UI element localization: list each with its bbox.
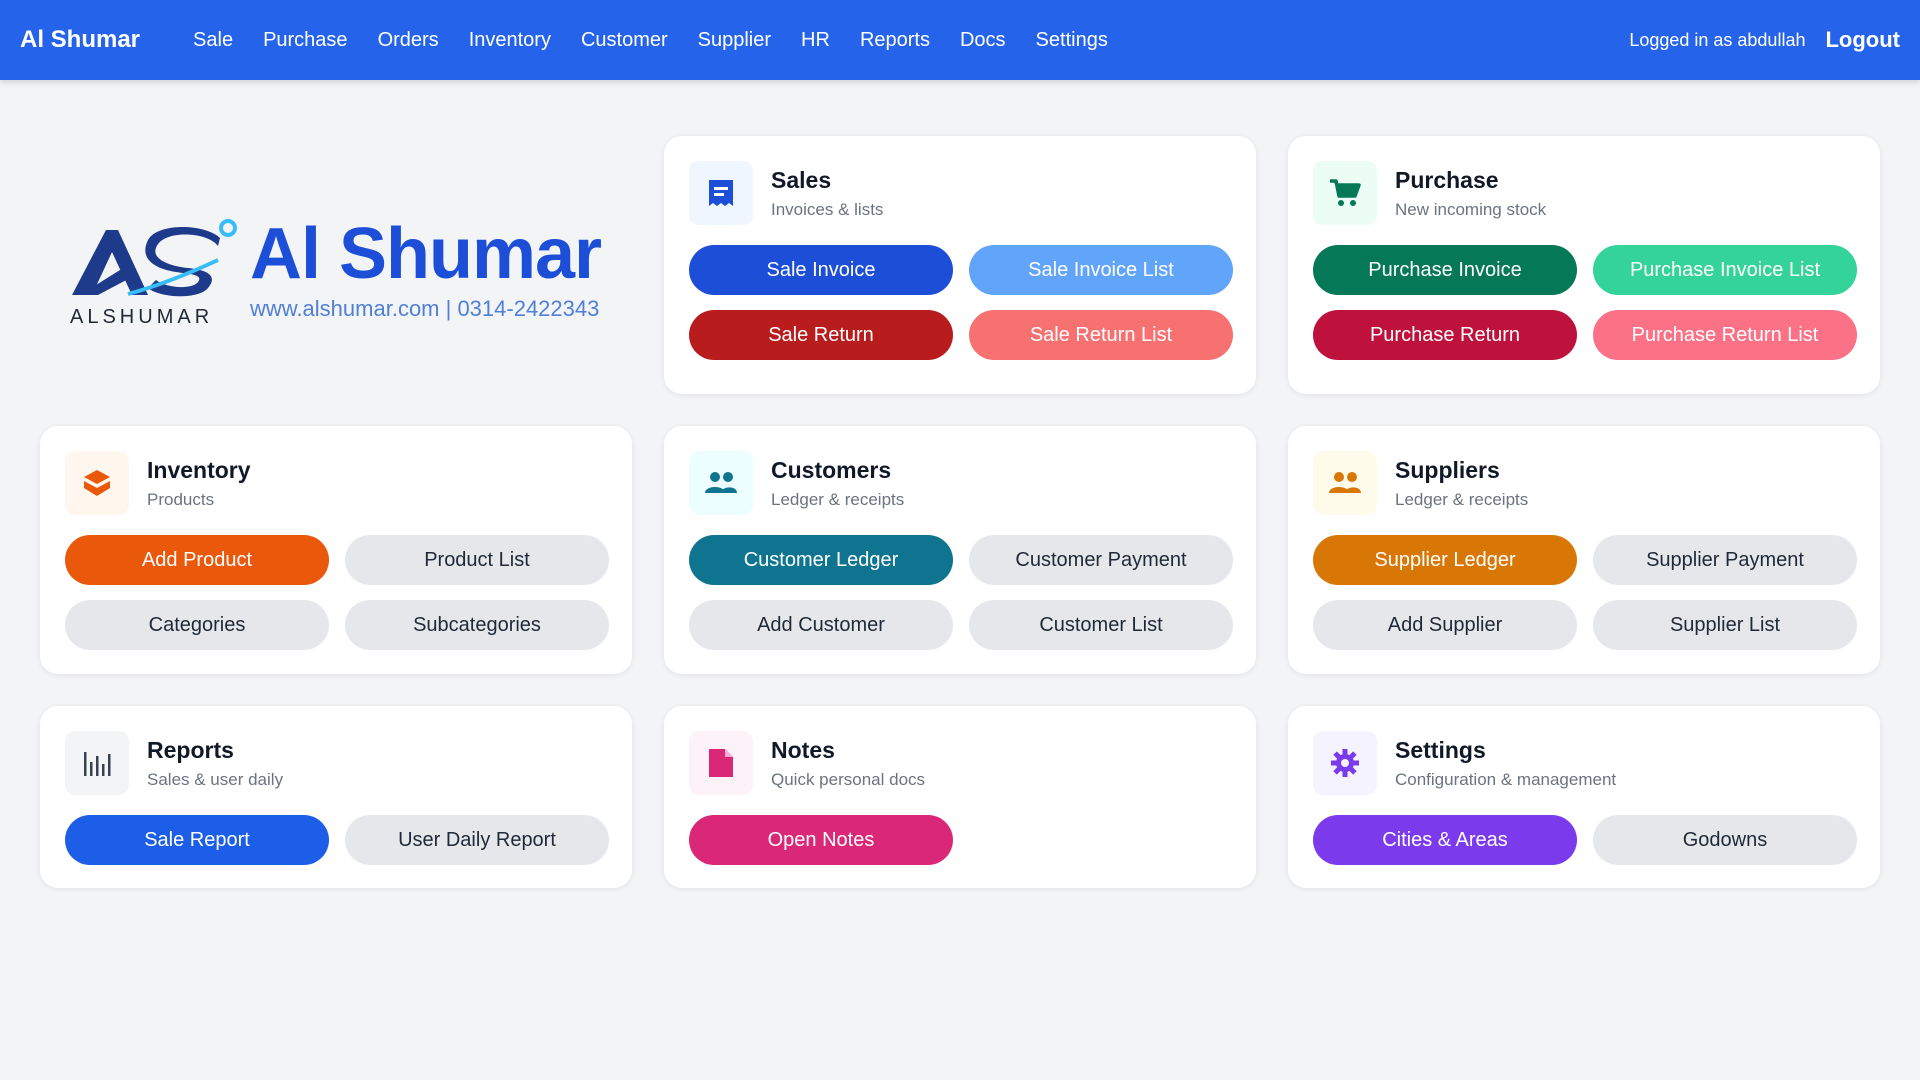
sale-invoice-button[interactable]: Sale Invoice [689, 245, 953, 295]
inventory-card-subtitle: Products [147, 489, 215, 509]
purchase-card-subtitle: New incoming stock [1395, 199, 1547, 219]
purchase-card: Purchase New incoming stock Purchase Inv… [1288, 136, 1880, 394]
product-list-button[interactable]: Product List [345, 535, 609, 585]
logged-in-text: Logged in as abdullah [1629, 29, 1806, 50]
purchase-invoice-list-button[interactable]: Purchase Invoice List [1593, 245, 1857, 295]
nav-supplier[interactable]: Supplier [683, 29, 786, 52]
nav-docs[interactable]: Docs [945, 29, 1021, 52]
nav-hr[interactable]: HR [786, 29, 845, 52]
logo-mark-text: ALSHUMAR [70, 306, 214, 328]
nav-orders[interactable]: Orders [363, 29, 454, 52]
add-supplier-button[interactable]: Add Supplier [1313, 600, 1577, 650]
logo-mark: ALSHUMAR [68, 210, 238, 330]
customers-card-subtitle: Ledger & receipts [771, 489, 905, 509]
company-logo: ALSHUMAR Al Shumar www.alshumar.com | 03… [68, 205, 628, 335]
open-notes-button[interactable]: Open Notes [689, 815, 953, 865]
suppliers-card: Suppliers Ledger & receipts Supplier Led… [1288, 426, 1880, 674]
cart-icon [1313, 161, 1377, 225]
customer-ledger-button[interactable]: Customer Ledger [689, 535, 953, 585]
user-daily-report-button[interactable]: User Daily Report [345, 815, 609, 865]
nav-customer[interactable]: Customer [566, 29, 683, 52]
reports-card-subtitle: Sales & user daily [147, 769, 284, 789]
inventory-card-title: Inventory [147, 456, 251, 483]
box-icon [65, 451, 129, 515]
brand-title[interactable]: Al Shumar [20, 26, 140, 54]
reports-card-title: Reports [147, 736, 234, 763]
nav-purchase[interactable]: Purchase [248, 29, 363, 52]
main-nav: Sale Purchase Orders Inventory Customer … [178, 29, 1123, 52]
nav-sale[interactable]: Sale [178, 29, 248, 52]
nav-inventory[interactable]: Inventory [454, 29, 566, 52]
inventory-card: Inventory Products Add Product Product L… [40, 426, 632, 674]
sale-return-list-button[interactable]: Sale Return List [969, 310, 1233, 360]
notes-card-subtitle: Quick personal docs [771, 769, 926, 789]
sales-card: Sales Invoices & lists Sale Invoice Sale… [664, 136, 1256, 394]
purchase-card-title: Purchase [1395, 166, 1499, 193]
suppliers-card-subtitle: Ledger & receipts [1395, 489, 1529, 509]
purchase-invoice-button[interactable]: Purchase Invoice [1313, 245, 1577, 295]
note-icon [689, 731, 753, 795]
supplier-list-button[interactable]: Supplier List [1593, 600, 1857, 650]
cities-areas-button[interactable]: Cities & Areas [1313, 815, 1577, 865]
logo-company-name: Al Shumar [250, 214, 602, 294]
notes-card-title: Notes [771, 736, 835, 763]
gear-icon [1313, 731, 1377, 795]
nav-settings[interactable]: Settings [1021, 29, 1123, 52]
settings-card-title: Settings [1395, 736, 1486, 763]
customers-card: Customers Ledger & receipts Customer Led… [664, 426, 1256, 674]
customer-payment-button[interactable]: Customer Payment [969, 535, 1233, 585]
add-customer-button[interactable]: Add Customer [689, 600, 953, 650]
sale-report-button[interactable]: Sale Report [65, 815, 329, 865]
logo-contact: www.alshumar.com | 0314-2422343 [250, 296, 600, 321]
nav-reports[interactable]: Reports [845, 29, 945, 52]
settings-card-subtitle: Configuration & management [1395, 769, 1617, 789]
customer-list-button[interactable]: Customer List [969, 600, 1233, 650]
reports-card: Reports Sales & user daily Sale Report U… [40, 706, 632, 888]
categories-button[interactable]: Categories [65, 600, 329, 650]
sale-return-button[interactable]: Sale Return [689, 310, 953, 360]
sales-card-title: Sales [771, 166, 832, 193]
add-product-button[interactable]: Add Product [65, 535, 329, 585]
sale-invoice-list-button[interactable]: Sale Invoice List [969, 245, 1233, 295]
customers-card-title: Customers [771, 456, 892, 483]
subcategories-button[interactable]: Subcategories [345, 600, 609, 650]
purchase-return-list-button[interactable]: Purchase Return List [1593, 310, 1857, 360]
supplier-payment-button[interactable]: Supplier Payment [1593, 535, 1857, 585]
purchase-return-button[interactable]: Purchase Return [1313, 310, 1577, 360]
top-navbar: Al Shumar Sale Purchase Orders Inventory… [0, 0, 1920, 80]
user-area: Logged in as abdullah Logout [1629, 27, 1900, 53]
godowns-button[interactable]: Godowns [1593, 815, 1857, 865]
receipt-icon [689, 161, 753, 225]
bar-chart-icon [65, 731, 129, 795]
suppliers-card-title: Suppliers [1395, 456, 1500, 483]
notes-card: Notes Quick personal docs Open Notes [664, 706, 1256, 888]
settings-card: Settings Configuration & management Citi… [1288, 706, 1880, 888]
people-icon [1313, 451, 1377, 515]
people-icon [689, 451, 753, 515]
logout-button[interactable]: Logout [1825, 27, 1900, 53]
sales-card-subtitle: Invoices & lists [771, 199, 884, 219]
supplier-ledger-button[interactable]: Supplier Ledger [1313, 535, 1577, 585]
